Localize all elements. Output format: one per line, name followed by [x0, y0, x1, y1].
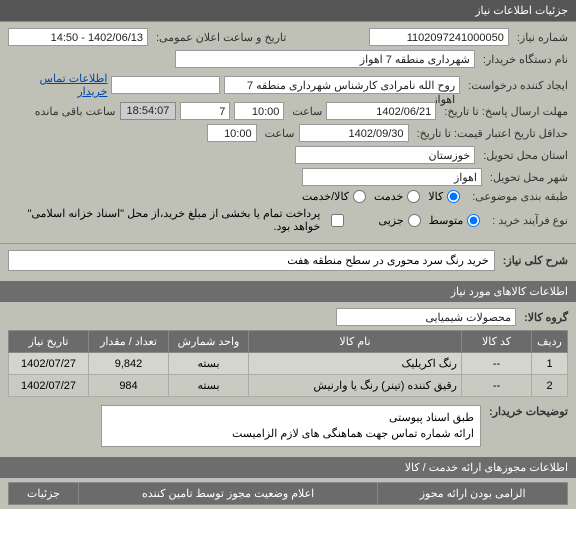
radio-kala-input[interactable] [447, 190, 460, 203]
cell-name: رنگ اکریلیک [249, 353, 462, 375]
cell-unit: بسته [169, 375, 249, 397]
category-label: طبقه بندی موضوعی: [472, 190, 568, 203]
radio-kalakhadamat-input[interactable] [353, 190, 366, 203]
buyer-org-label: نام دستگاه خریدار: [483, 53, 568, 66]
radio-khadamat-label: خدمت [374, 190, 403, 203]
process-label: نوع فرآیند خرید : [492, 214, 568, 227]
permits-table: الزامی بودن ارائه مجوز اعلام وضعیت مجوز … [8, 482, 568, 505]
table-row[interactable]: 1--رنگ اکریلیکبسته9,8421402/07/27 [9, 353, 568, 375]
province-label: استان محل تحویل: [483, 149, 568, 162]
radio-khadamat-input[interactable] [407, 190, 420, 203]
cell-date: 1402/07/27 [9, 353, 89, 375]
col-date: تاریخ نیاز [9, 331, 89, 353]
permit-col-details: جزئیات [9, 483, 79, 505]
countdown-label: ساعت باقی مانده [35, 105, 116, 118]
desc-label: شرح کلی نیاز: [503, 254, 568, 267]
section-title: جزئیات اطلاعات نیاز [0, 0, 576, 22]
radio-mid-label: متوسط [429, 214, 464, 227]
col-idx: ردیف [532, 331, 568, 353]
cell-code: -- [462, 375, 532, 397]
validity-label: حداقل تاریخ اعتبار قیمت: تا تاریخ: [417, 127, 568, 140]
buyer-org-value: شهرداری منطقه 7 اهواز [175, 50, 475, 68]
province-value: خوزستان [295, 146, 475, 164]
payment-note: پرداخت تمام یا بخشی از مبلغ خرید،از محل … [8, 207, 320, 233]
city-label: شهر محل تحویل: [490, 171, 568, 184]
cell-unit: بسته [169, 353, 249, 375]
public-date-value: 1402/06/13 - 14:50 [8, 28, 148, 46]
cell-idx: 2 [532, 375, 568, 397]
deadline-date: 1402/06/21 [326, 102, 436, 120]
req-no-value: 1102097241000050 [369, 28, 509, 46]
desc-text: خرید رنگ سرد محوری در سطح منطقه هفت [8, 250, 495, 271]
validity-date: 1402/09/30 [299, 124, 409, 142]
req-no-label: شماره نیاز: [517, 31, 568, 44]
cell-date: 1402/07/27 [9, 375, 89, 397]
extra-field[interactable] [111, 76, 219, 94]
validity-time: 10:00 [207, 124, 257, 142]
cell-name: رقیق کننده (تینر) رنگ یا وارنیش [249, 375, 462, 397]
radio-mid-input[interactable] [467, 214, 480, 227]
radio-partial[interactable]: جزیی [379, 214, 421, 227]
col-name: نام کالا [249, 331, 462, 353]
radio-kala-label: کالا [428, 190, 443, 203]
time-label-1: ساعت [292, 105, 322, 118]
deadline-label: مهلت ارسال پاسخ: تا تاریخ: [444, 105, 568, 118]
permit-col-mandatory: الزامی بودن ارائه مجوز [378, 483, 568, 505]
notes-label: توضیحات خریدار: [489, 405, 568, 418]
notes-line2: ارائه شماره تماس جهت هماهنگی های لازم ال… [108, 426, 474, 442]
cell-code: -- [462, 353, 532, 375]
cell-qty: 9,842 [89, 353, 169, 375]
permits-header: اطلاعات مجوزهای ارائه خدمت / کالا [0, 457, 576, 478]
radio-partial-label: جزیی [379, 214, 404, 227]
radio-kalakhadamat[interactable]: کالا/خدمت [302, 190, 366, 203]
days-field: 7 [180, 102, 230, 120]
buyer-contact-link[interactable]: اطلاعات تماس خریدار [8, 72, 107, 98]
public-date-label: تاریخ و ساعت اعلان عمومی: [156, 31, 286, 44]
countdown-timer: 18:54:07 [120, 102, 177, 120]
notes-line1: طبق اسناد پیوستی [108, 410, 474, 426]
col-qty: تعداد / مقدار [89, 331, 169, 353]
radio-partial-input[interactable] [408, 214, 421, 227]
col-unit: واحد شمارش [169, 331, 249, 353]
items-table: ردیف کد کالا نام کالا واحد شمارش تعداد /… [8, 330, 568, 397]
cell-idx: 1 [532, 353, 568, 375]
requester-value: روح الله نامرادی کارشناس شهرداری منطقه 7… [224, 76, 460, 94]
time-label-2: ساعت [265, 127, 295, 140]
requester-label: ایجاد کننده درخواست: [468, 79, 568, 92]
details-panel: شماره نیاز: 1102097241000050 تاریخ و ساع… [0, 22, 576, 243]
col-code: کد کالا [462, 331, 532, 353]
radio-khadamat[interactable]: خدمت [374, 190, 420, 203]
notes-box: طبق اسناد پیوستی ارائه شماره تماس جهت هم… [101, 405, 481, 447]
deadline-time: 10:00 [234, 102, 284, 120]
group-label: گروه کالا: [524, 311, 568, 324]
permit-col-status: اعلام وضعیت مجوز توسط تامین کننده [79, 483, 378, 505]
table-row[interactable]: 2--رقیق کننده (تینر) رنگ یا وارنیشبسته98… [9, 375, 568, 397]
city-value: اهواز [302, 168, 482, 186]
radio-mid[interactable]: متوسط [429, 214, 481, 227]
radio-kala[interactable]: کالا [428, 190, 460, 203]
items-header: اطلاعات کالاهای مورد نیاز [0, 281, 576, 302]
radio-kalakhadamat-label: کالا/خدمت [302, 190, 349, 203]
payment-checkbox[interactable] [331, 214, 344, 227]
group-value: محصولات شیمیایی [336, 308, 516, 326]
cell-qty: 984 [89, 375, 169, 397]
